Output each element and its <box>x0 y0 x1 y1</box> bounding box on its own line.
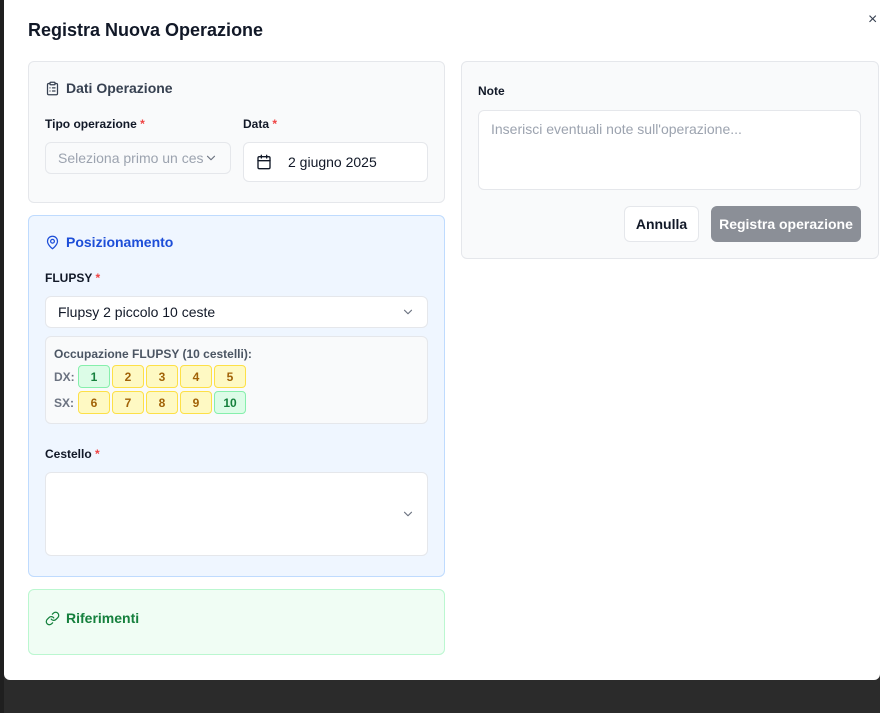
basket-cell[interactable]: 9 <box>180 391 212 414</box>
basket-cell[interactable]: 6 <box>78 391 110 414</box>
tipo-operazione-label: Tipo operazione * <box>45 117 145 131</box>
riferimenti-title: Riferimenti <box>66 610 140 626</box>
basket-cell[interactable]: 2 <box>112 365 144 388</box>
basket-cell[interactable]: 4 <box>180 365 212 388</box>
flupsy-selected-value: Flupsy 2 piccolo 10 ceste <box>58 304 216 320</box>
close-icon[interactable]: × <box>868 10 880 30</box>
flupsy-occupancy-panel: Occupazione FLUPSY (10 cestelli): DX: 1 … <box>45 336 428 424</box>
chevron-down-icon <box>403 309 413 315</box>
calendar-icon <box>257 154 271 170</box>
riferimenti-card: Riferimenti <box>28 589 445 655</box>
required-mark: * <box>95 271 101 285</box>
basket-cell[interactable]: 5 <box>214 365 246 388</box>
note-textarea[interactable] <box>478 110 861 190</box>
clipboard-icon <box>46 81 59 95</box>
posizionamento-header: Posizionamento <box>45 234 173 250</box>
occupancy-title: Occupazione FLUPSY (10 cestelli): <box>54 347 252 361</box>
map-pin-icon <box>46 235 59 249</box>
dati-operazione-header: Dati Operazione <box>45 80 173 96</box>
required-mark: * <box>140 117 145 131</box>
note-label: Note <box>478 84 505 98</box>
basket-cell[interactable]: 8 <box>146 391 178 414</box>
flupsy-select[interactable]: Flupsy 2 piccolo 10 ceste <box>45 296 428 328</box>
row-side-label: DX: <box>54 369 75 384</box>
dati-operazione-title: Dati Operazione <box>66 80 173 96</box>
tipo-operazione-placeholder: Seleziona primo un ces <box>58 150 204 166</box>
required-mark: * <box>272 117 278 131</box>
flupsy-label: FLUPSY * <box>45 271 101 285</box>
date-value: 2 giugno 2025 <box>288 154 377 170</box>
cestello-select[interactable] <box>45 472 428 556</box>
posizionamento-card: Posizionamento FLUPSY * Flupsy 2 piccolo… <box>28 215 445 577</box>
chevron-down-icon <box>206 155 216 161</box>
basket-cell[interactable]: 7 <box>112 391 144 414</box>
chevron-down-icon <box>403 511 413 517</box>
operation-modal: Registra Nuova Operazione × Dati Operazi… <box>4 0 880 680</box>
modal-title: Registra Nuova Operazione <box>28 20 264 40</box>
basket-cell[interactable]: 10 <box>214 391 246 414</box>
dati-operazione-card: Dati Operazione Tipo operazione * Selezi… <box>28 61 445 203</box>
occupancy-row-sx: SX: 6 7 8 9 10 <box>54 391 248 414</box>
occupancy-row-dx: DX: 1 2 3 4 5 <box>54 365 248 388</box>
cestello-label: Cestello * <box>45 447 100 461</box>
submit-button[interactable]: Registra operazione <box>711 206 861 242</box>
tipo-operazione-select[interactable]: Seleziona primo un ces <box>45 142 231 174</box>
note-card: Note Annulla Registra operazione <box>461 61 879 259</box>
data-label: Data * <box>243 117 278 131</box>
posizionamento-title: Posizionamento <box>66 234 174 250</box>
row-side-label: SX: <box>54 395 75 410</box>
link-icon <box>45 611 60 625</box>
required-mark: * <box>95 447 100 461</box>
basket-cell[interactable]: 1 <box>78 365 110 388</box>
cancel-button[interactable]: Annulla <box>624 206 699 242</box>
date-picker-button[interactable]: 2 giugno 2025 <box>243 142 428 182</box>
riferimenti-header: Riferimenti <box>45 610 139 626</box>
basket-cell[interactable]: 3 <box>146 365 178 388</box>
